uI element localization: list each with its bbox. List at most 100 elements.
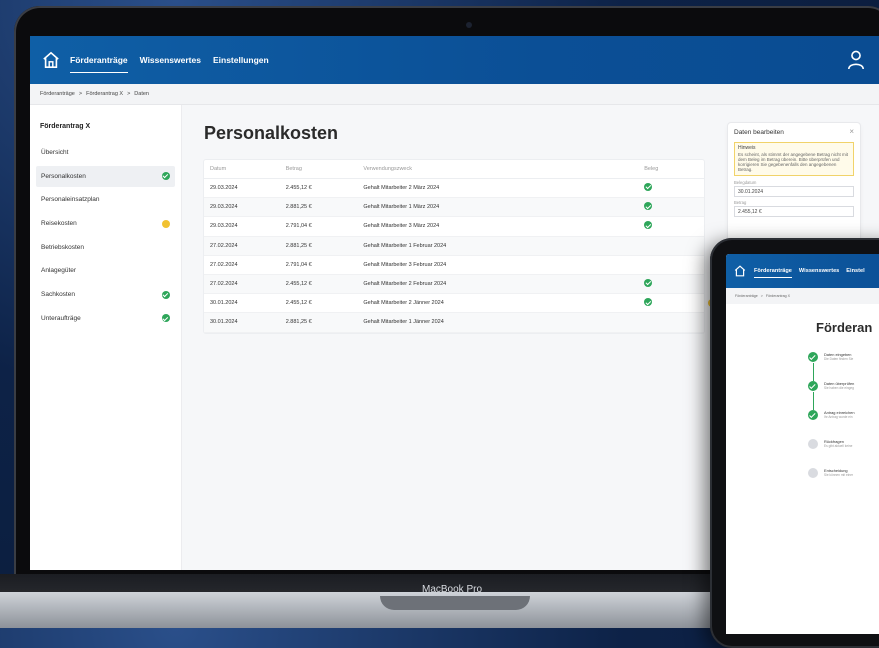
cell-amount: 2.455,12 € <box>285 300 312 307</box>
column-header-amount[interactable]: Betrag <box>286 166 364 172</box>
nav-wissenswertes[interactable]: Wissenswertes <box>799 268 839 274</box>
cell-date: 29.03.2024 <box>210 223 238 230</box>
progress-step: Daten eingeben Die Daten finden Sie <box>808 352 855 381</box>
sidebar-item[interactable]: Anlagegüter <box>36 260 175 281</box>
date-field[interactable]: 30.01.2024 <box>734 186 854 197</box>
nav-wissenswertes[interactable]: Wissenswertes <box>140 51 201 69</box>
cell-purpose: Gehalt Mitarbeiter 1 März 2024 <box>363 204 440 211</box>
table-row[interactable]: 27.02.2024 2.881,25 € Gehalt Mitarbeiter 1… <box>204 236 704 256</box>
check-circle-icon <box>808 381 818 391</box>
nav-einstellungen[interactable]: Einstellungen <box>213 51 269 69</box>
check-circle-icon <box>644 183 653 192</box>
camera <box>466 22 472 28</box>
step-description: Sie haben die eingeg <box>824 386 854 390</box>
nav-foerderantraege[interactable]: Förderanträge <box>754 268 792 278</box>
step-text: Daten eingeben Die Daten finden Sie <box>824 352 853 381</box>
sidebar-item[interactable]: Übersicht <box>36 142 175 163</box>
tablet-nav-bar: Förderanträge Wissenswertes Einstel <box>726 254 879 288</box>
amount-field[interactable]: 2.455,12 € <box>734 206 854 217</box>
cell-date: 29.03.2024 <box>210 204 238 211</box>
check-circle-icon <box>162 290 170 299</box>
cell-receipt <box>644 221 704 231</box>
progress-steps: Daten eingeben Die Daten finden Sie Daten … <box>808 352 855 497</box>
hint-box: Hinweis Es scheint, als stimmt der angeg… <box>734 142 854 176</box>
table-row[interactable]: 29.03.2024 2.455,12 € Gehalt Mitarbeiter 2… <box>204 179 704 199</box>
column-header-date[interactable]: Datum <box>204 166 286 172</box>
progress-step: Antrag einreichen Ihr Antrag wurde ein <box>808 410 855 439</box>
check-circle-icon <box>162 314 170 323</box>
breadcrumb-item[interactable]: Förderanträge <box>40 91 75 97</box>
check-circle-icon <box>808 352 818 362</box>
cell-purpose: Gehalt Mitarbeiter 1 Jänner 2024 <box>363 319 444 326</box>
sidebar-item[interactable]: Betriebskosten <box>36 237 175 258</box>
warning-dot-icon <box>162 219 170 228</box>
pending-circle-icon <box>808 468 818 478</box>
tablet-screen: Förderanträge Wissenswertes Einstel Förd… <box>726 254 879 634</box>
breadcrumb-separator: > <box>127 91 131 97</box>
step-connector <box>812 392 814 410</box>
top-navigation-bar: Förderanträge Wissenswertes Einstellunge… <box>30 36 879 84</box>
step-text: Entscheidung Sie können mit einer <box>824 468 853 497</box>
sidebar-item[interactable]: Unteraufträge <box>36 308 175 329</box>
cell-date: 27.02.2024 <box>210 261 238 268</box>
table-row[interactable]: 30.01.2024 2.455,12 € Gehalt Mitarbeiter 2… <box>204 294 716 314</box>
table-row[interactable]: 27.02.2024 2.791,04 € Gehalt Mitarbeiter 3… <box>204 256 704 275</box>
laptop-notch <box>380 596 530 610</box>
table-row[interactable]: 29.03.2024 2.881,25 € Gehalt Mitarbeiter 1… <box>204 198 704 218</box>
cell-receipt <box>644 279 704 289</box>
check-circle-icon <box>644 279 653 288</box>
column-header-purpose[interactable]: Verwendungszweck <box>363 166 644 172</box>
column-header-receipt[interactable]: Beleg <box>644 166 704 172</box>
breadcrumb-separator: > <box>760 294 763 298</box>
check-circle-icon <box>644 298 653 307</box>
table-header: Datum Betrag Verwendungszweck Beleg <box>204 160 704 179</box>
nav-foerderantraege[interactable]: Förderanträge <box>70 51 128 73</box>
breadcrumb-current: Daten <box>134 91 149 97</box>
sidebar-item-label: Personalkosten <box>41 172 86 180</box>
breadcrumb-item[interactable]: Förderanträge <box>735 294 758 298</box>
cell-purpose: Gehalt Mitarbeiter 2 Februar 2024 <box>363 281 447 288</box>
date-field-label: Belegdatum <box>734 180 757 185</box>
cell-amount: 2.791,04 € <box>285 223 312 230</box>
cell-purpose: Gehalt Mitarbeiter 3 März 2024 <box>363 223 440 230</box>
sidebar-title: Förderantrag X <box>40 123 91 130</box>
cell-purpose: Gehalt Mitarbeiter 3 Februar 2024 <box>363 261 447 268</box>
step-description: Es gibt aktuell keine <box>824 444 853 448</box>
step-description: Die Daten finden Sie <box>824 357 854 361</box>
cell-purpose: Gehalt Mitarbeiter 1 Februar 2024 <box>363 242 447 249</box>
pending-circle-icon <box>808 439 818 449</box>
hint-text: Es scheint, als stimmt der angegebene Be… <box>738 152 849 172</box>
sidebar-item[interactable]: Reisekosten <box>36 213 175 234</box>
home-icon[interactable] <box>42 51 60 69</box>
table-row[interactable]: 30.01.2024 2.881,25 € Gehalt Mitarbeiter 1… <box>204 313 704 333</box>
sidebar-item[interactable]: Personaleinsatzplan <box>36 189 175 210</box>
tablet-main-nav: Förderanträge Wissenswertes Einstel <box>754 268 865 278</box>
sidebar-item-label: Unteraufträge <box>41 314 81 322</box>
cell-purpose: Gehalt Mitarbeiter 2 März 2024 <box>363 185 440 192</box>
breadcrumb-item[interactable]: Förderantrag X <box>86 91 123 97</box>
sidebar: Förderantrag X Übersicht Personalkosten Pe… <box>30 105 182 570</box>
sidebar-item[interactable]: Personalkosten <box>36 165 175 187</box>
table-row[interactable]: 27.02.2024 2.455,12 € Gehalt Mitarbeiter 2… <box>204 274 704 295</box>
check-circle-icon <box>644 221 653 230</box>
cell-amount: 2.791,04 € <box>285 261 312 268</box>
cell-receipt <box>644 298 704 308</box>
cell-receipt <box>644 183 704 193</box>
step-text: Antrag einreichen Ihr Antrag wurde ein <box>824 410 855 439</box>
progress-step: Entscheidung Sie können mit einer <box>808 468 855 497</box>
cell-receipt <box>644 202 704 212</box>
progress-step: Daten überprüfen Sie haben die eingeg <box>808 381 855 410</box>
user-icon[interactable] <box>847 50 865 70</box>
close-icon[interactable]: × <box>849 128 854 136</box>
home-icon[interactable] <box>734 265 746 277</box>
sidebar-item-label: Betriebskosten <box>41 243 84 251</box>
table-row[interactable]: 29.03.2024 2.791,04 € Gehalt Mitarbeiter 3… <box>204 217 704 237</box>
progress-step: Rückfragen Es gibt aktuell keine <box>808 439 855 468</box>
sidebar-item[interactable]: Sachkosten <box>36 284 175 305</box>
step-description: Sie können mit einer <box>824 473 854 477</box>
panel-title: Daten bearbeiten <box>734 129 784 136</box>
sidebar-item-label: Reisekosten <box>41 220 77 228</box>
nav-einstellungen[interactable]: Einstel <box>846 268 864 274</box>
step-description: Ihr Antrag wurde ein <box>824 415 853 419</box>
sidebar-item-label: Sachkosten <box>41 291 75 299</box>
